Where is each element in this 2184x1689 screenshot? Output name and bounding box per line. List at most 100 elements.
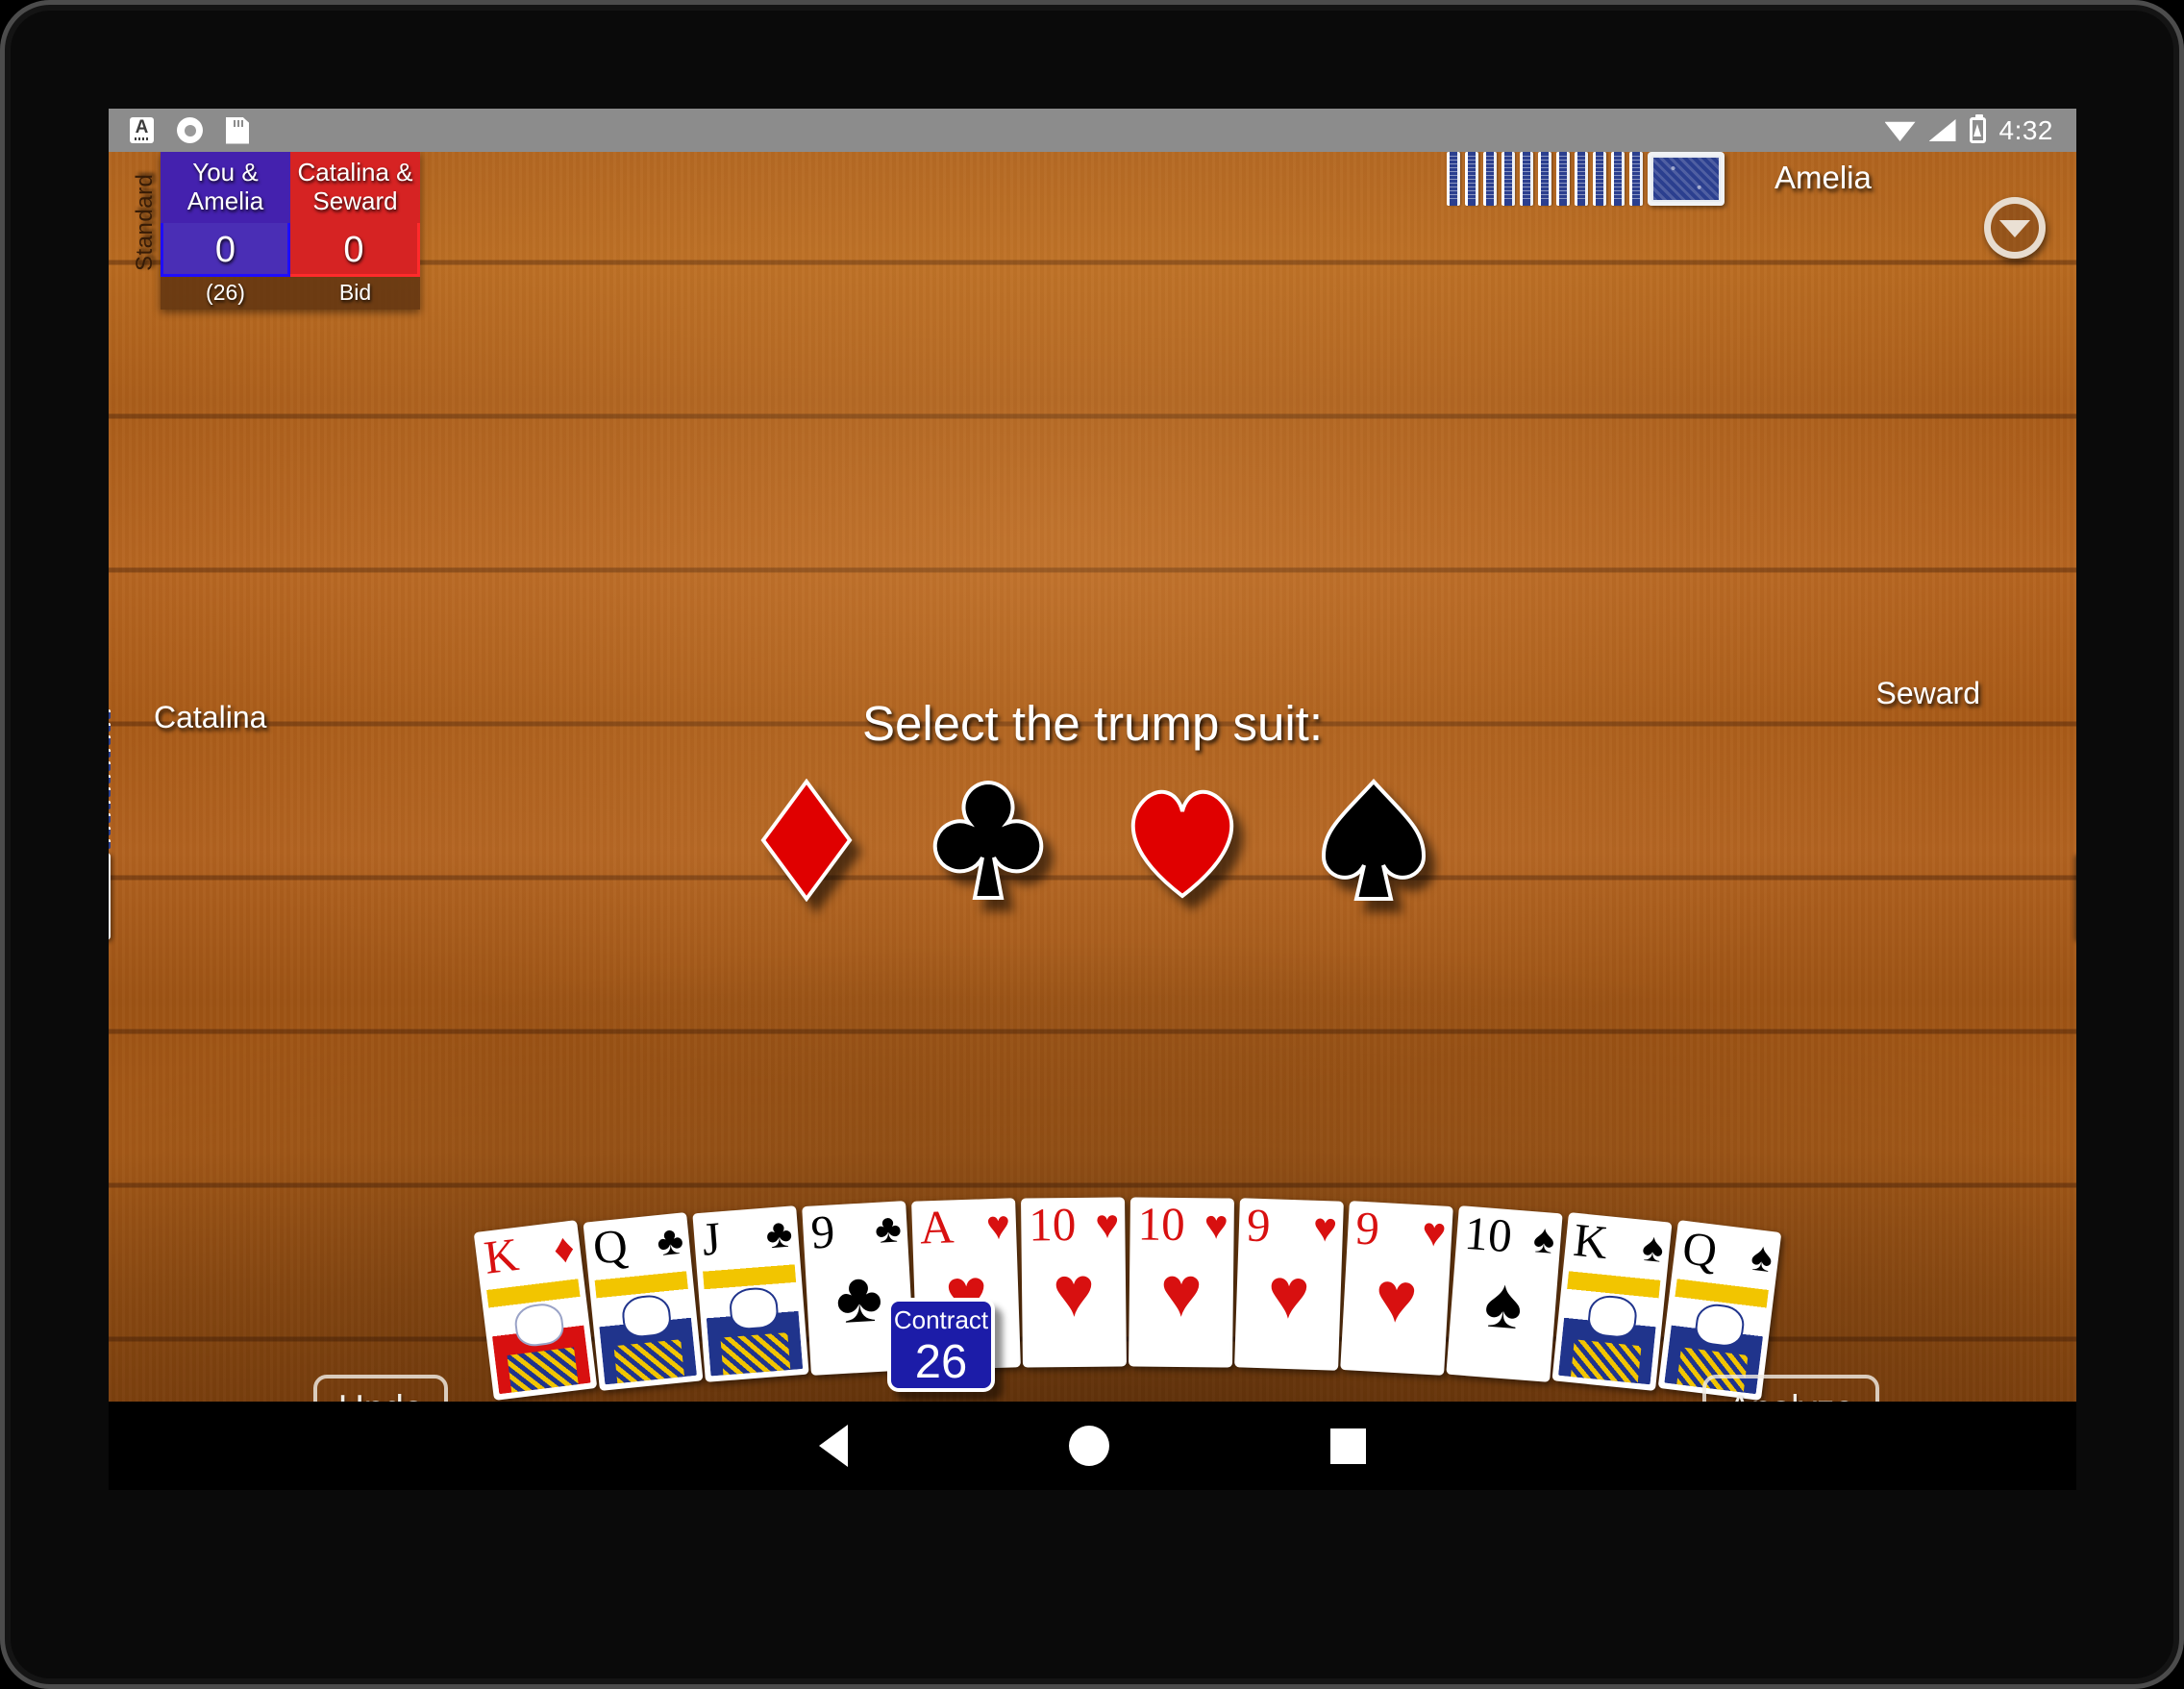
hand-card[interactable]: K ♦ <box>473 1219 598 1401</box>
hand-card[interactable]: 10 ♥ ♥ <box>1129 1197 1234 1368</box>
card-rank: 9 <box>1246 1198 1272 1253</box>
trump-suit-spades-icon[interactable] <box>1320 777 1427 904</box>
card-back <box>1593 152 1606 206</box>
card-suit-icon: ♣ <box>873 1205 903 1253</box>
team-b-bid: Bid <box>338 280 372 305</box>
chevron-down-circle-icon[interactable] <box>1984 197 2046 259</box>
card-back <box>1502 152 1515 206</box>
card-suit-icon: ♥ <box>985 1202 1011 1249</box>
score-team-names-row: You & Amelia Catalina & Seward <box>161 152 420 223</box>
card-suit-icon: ♦ <box>551 1224 578 1272</box>
cell-signal-icon <box>1928 119 1956 141</box>
status-bar-right-icons: 4:32 <box>1884 114 2054 146</box>
card-rank: J <box>700 1211 723 1266</box>
trump-prompt-text: Select the trump suit: <box>861 696 1324 751</box>
battery-charging-icon <box>1969 114 1986 143</box>
card-rank: 9 <box>809 1205 836 1259</box>
home-icon[interactable] <box>1069 1426 1109 1466</box>
score-bid-row: (26) Bid <box>161 277 420 306</box>
player-hand: K ♦ Q ♣ J ♣ 9 ♣ ♣ A ♥ ♥ 10 ♥ ♥ 10 ♥ ♥ 9 ♥ ♥ 9 ♥ ♥ 10 ♠ ♠ K ♠ Q ♠ <box>109 1152 2076 1402</box>
team-b-score: 0 <box>290 223 420 277</box>
player-name-top: Amelia <box>1774 160 1872 195</box>
card-back <box>1465 152 1478 206</box>
hand-card[interactable]: 9 ♥ ♥ <box>1340 1201 1453 1377</box>
card-corner: 10 ♥ <box>1021 1198 1126 1252</box>
card-center-pip: ♥ <box>1266 1253 1312 1335</box>
scoreboard[interactable]: Standard You & Amelia Catalina & Seward … <box>130 152 420 310</box>
card-face-art <box>485 1272 591 1394</box>
card-center-pip: ♥ <box>1159 1252 1204 1332</box>
android-status-bar: A 4:32 <box>109 109 2076 152</box>
hand-card[interactable]: J ♣ <box>692 1205 809 1383</box>
card-rank: Q <box>590 1218 631 1275</box>
card-back <box>1629 152 1643 206</box>
hand-card[interactable]: Q ♠ <box>1657 1219 1782 1401</box>
card-suit-icon: ♥ <box>1312 1205 1338 1251</box>
undo-button[interactable]: Undo <box>313 1375 449 1402</box>
card-suit-icon: ♣ <box>654 1216 686 1264</box>
card-corner: 9 ♣ <box>802 1202 908 1259</box>
trump-suit-clubs-icon[interactable] <box>931 777 1045 904</box>
card-back <box>1447 152 1460 206</box>
wifi-icon <box>1884 121 1916 141</box>
chevron-down-glyph <box>1999 220 2030 237</box>
hand-card[interactable]: 9 ♥ ♥ <box>1234 1198 1344 1372</box>
card-back <box>1648 152 1725 206</box>
card-suit-icon: ♥ <box>1095 1201 1120 1247</box>
card-rank: Q <box>1679 1220 1721 1278</box>
opponent-hand-top <box>1447 152 1725 206</box>
card-corner: 10 ♥ <box>1129 1197 1234 1252</box>
card-corner: J ♣ <box>692 1205 800 1266</box>
card-suit-icon: ♠ <box>1531 1215 1557 1263</box>
card-corner: A ♥ <box>911 1199 1017 1254</box>
card-back <box>1611 152 1625 206</box>
trump-suit-diamonds-icon[interactable] <box>758 779 855 902</box>
card-center-pip: ♥ <box>1373 1256 1420 1339</box>
card-center-pip: ♥ <box>1052 1252 1096 1332</box>
team-a-score: 0 <box>161 223 290 277</box>
screenshot-icon: A <box>130 117 154 143</box>
card-back <box>1483 152 1497 206</box>
card-back <box>109 761 111 771</box>
card-back <box>1538 152 1551 206</box>
card-face-art <box>593 1264 697 1385</box>
game-mode-label: Standard <box>132 173 158 271</box>
score-panel: You & Amelia Catalina & Seward 0 0 (26) … <box>161 152 420 310</box>
hand-card[interactable]: 10 ♠ ♠ <box>1446 1205 1563 1383</box>
card-corner: 10 ♠ <box>1455 1205 1563 1265</box>
android-nav-bar <box>109 1402 2076 1490</box>
card-rank: 10 <box>1462 1205 1514 1263</box>
game-table-surface: Standard You & Amelia Catalina & Seward … <box>109 152 2076 1402</box>
card-back <box>1575 152 1588 206</box>
card-suit-icon: ♥ <box>1421 1208 1448 1256</box>
hand-card[interactable]: 10 ♥ ♥ <box>1021 1197 1127 1368</box>
card-corner: 9 ♥ <box>1238 1199 1344 1254</box>
back-icon[interactable] <box>819 1425 848 1467</box>
trump-suit-chooser <box>109 777 2076 904</box>
hand-card[interactable]: K ♠ <box>1551 1211 1673 1391</box>
hand-card[interactable]: Q ♣ <box>583 1211 704 1391</box>
team-b-name: Catalina & Seward <box>290 152 420 223</box>
contract-badge: Contract 26 <box>887 1298 995 1392</box>
team-a-name: You & Amelia <box>161 152 290 223</box>
trump-suit-hearts-icon[interactable] <box>1122 781 1243 900</box>
tablet-device-frame: A 4:32 Standard You & Amelia Catalina & … <box>0 0 2184 1689</box>
card-rank: A <box>919 1200 956 1254</box>
card-rank: 10 <box>1029 1198 1077 1252</box>
card-suit-icon: ♠ <box>1640 1223 1667 1271</box>
card-rank: K <box>1571 1212 1611 1269</box>
status-bar-left-icons: A <box>130 116 249 144</box>
card-back <box>1520 152 1533 206</box>
screen-record-icon <box>177 117 203 143</box>
card-rank: 9 <box>1353 1201 1381 1256</box>
card-face-art <box>702 1257 804 1377</box>
recents-icon[interactable] <box>1330 1428 1366 1464</box>
team-a-bid: (26) <box>206 280 245 305</box>
card-face-art <box>1558 1264 1662 1385</box>
analyze-button[interactable]: Analyze <box>1702 1375 1879 1402</box>
card-rank: 10 <box>1137 1197 1185 1252</box>
sdcard-icon <box>226 116 249 144</box>
contract-label: Contract <box>893 1305 989 1334</box>
card-back <box>1556 152 1570 206</box>
card-corner: 9 ♥ <box>1347 1202 1453 1259</box>
